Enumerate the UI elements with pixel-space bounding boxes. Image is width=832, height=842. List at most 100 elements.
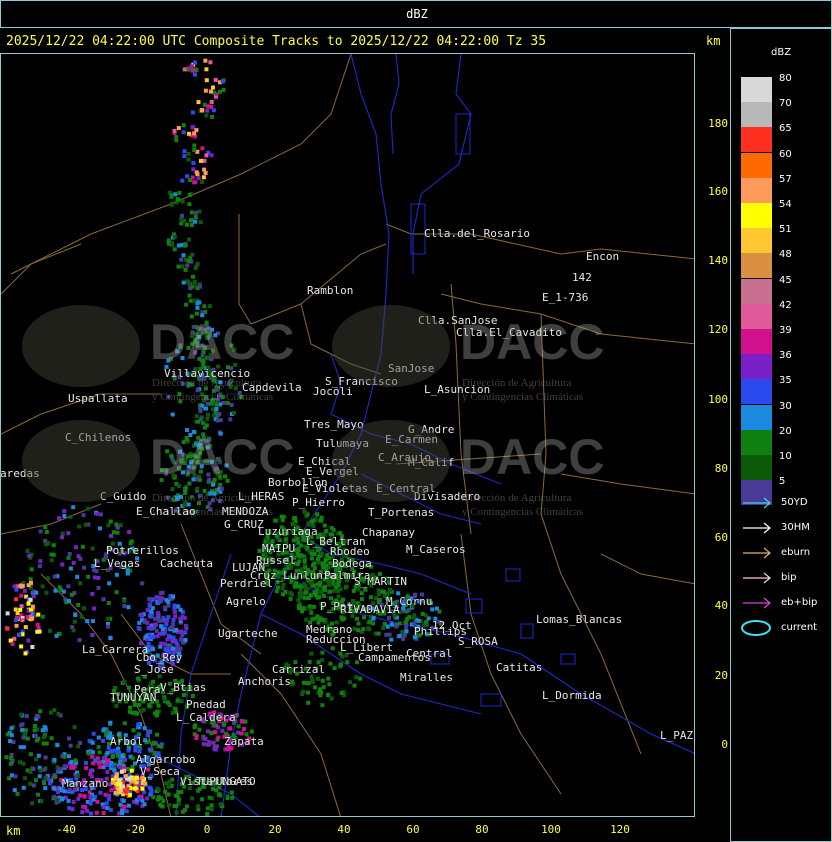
window-title: dBZ [406, 7, 428, 21]
radar-echo [29, 616, 34, 621]
legend-swatch [741, 127, 772, 153]
radar-echo [98, 526, 102, 531]
radar-echo [159, 744, 164, 749]
radar-echo [183, 487, 188, 492]
radar-echo [122, 604, 127, 608]
radar-echo [182, 154, 187, 159]
radar-echo [342, 616, 347, 621]
radar-echo [193, 72, 197, 77]
radar-echo [174, 627, 179, 632]
radar-echo [101, 811, 106, 815]
radar-echo [176, 797, 181, 802]
radar-echo [204, 67, 209, 72]
radar-echo [194, 414, 199, 419]
radar-echo [313, 593, 318, 597]
radar-echo [126, 748, 131, 753]
radar-echo [187, 237, 191, 242]
radar-echo [358, 676, 363, 681]
radar-echo [91, 619, 95, 624]
radar-echo [219, 486, 224, 491]
radar-echo [157, 599, 162, 604]
legend-value: 10 [779, 451, 792, 462]
radar-echo [110, 780, 115, 785]
radar-echo [66, 798, 71, 803]
place-label: RIVADAVIA [340, 603, 400, 616]
radar-echo [46, 777, 51, 782]
radar-echo [197, 727, 202, 732]
radar-echo [401, 636, 406, 641]
radar-echo [18, 583, 23, 588]
radar-echo [187, 192, 192, 197]
radar-echo [30, 801, 35, 806]
radar-echo [127, 685, 131, 690]
radar-echo [119, 769, 124, 774]
radar-echo [179, 629, 184, 634]
radar-echo [66, 599, 71, 603]
radar-echo [22, 776, 27, 781]
radar-echo [28, 752, 33, 757]
radar-echo [171, 594, 175, 599]
radar-echo [31, 783, 36, 788]
radar-echo [95, 511, 99, 516]
radar-echo [404, 629, 409, 634]
radar-echo [309, 651, 314, 656]
radar-echo [308, 607, 313, 612]
watermark-subtitle: y Contingencias Climáticas [152, 391, 273, 403]
radar-echo [319, 551, 324, 556]
radar-echo [56, 711, 61, 716]
radar-echo [21, 761, 26, 766]
radar-echo [276, 585, 280, 590]
place-label: Chapanay [362, 526, 415, 539]
radar-echo [106, 616, 111, 621]
radar-echo [67, 551, 72, 556]
legend-swatch [741, 455, 772, 480]
radar-echo [208, 60, 213, 65]
track-symbol-label: 50YD [781, 497, 808, 508]
radar-echo [75, 574, 80, 579]
radar-echo [134, 775, 139, 780]
radar-echo [73, 758, 78, 763]
radar-echo [70, 592, 74, 597]
radar-echo [90, 754, 95, 759]
radar-echo [109, 749, 114, 754]
radar-echo [273, 518, 278, 523]
radar-echo [144, 634, 149, 639]
radar-echo [192, 298, 196, 303]
radar-echo [209, 731, 214, 736]
x-tick-label: 120 [610, 823, 630, 836]
place-label: Agrelo [226, 595, 266, 608]
radar-echo [404, 624, 409, 629]
radar-echo [105, 750, 110, 755]
radar-echo [46, 541, 51, 546]
radar-echo [175, 793, 180, 798]
radar-echo [51, 552, 56, 557]
radar-echo [183, 630, 188, 635]
radar-echo [381, 590, 386, 594]
radar-echo [74, 545, 79, 550]
radar-echo [15, 791, 20, 796]
radar-echo [147, 603, 152, 608]
radar-echo [306, 596, 311, 601]
radar-echo [58, 767, 63, 772]
radar-echo [356, 621, 361, 626]
radar-echo [169, 202, 174, 207]
radar-echo [90, 591, 95, 596]
radar-echo [178, 607, 183, 612]
radar-echo [204, 113, 209, 118]
watermark-subtitle: Dirección de Agricultura [462, 492, 572, 504]
radar-echo [165, 637, 170, 642]
radar-echo [19, 712, 24, 717]
radar-echo [22, 588, 27, 593]
radar-echo [29, 567, 34, 572]
radar-echo [18, 760, 22, 765]
radar-echo [387, 632, 392, 637]
radar-echo [155, 732, 159, 737]
radar-echo [25, 736, 30, 741]
dacc-logo-icon [332, 305, 450, 387]
radar-echo [21, 785, 26, 790]
legend-value: 57 [779, 173, 792, 185]
irrigation-zone [465, 598, 483, 614]
radar-echo [112, 768, 117, 773]
radar-echo [176, 264, 181, 269]
radar-echo [315, 556, 320, 561]
